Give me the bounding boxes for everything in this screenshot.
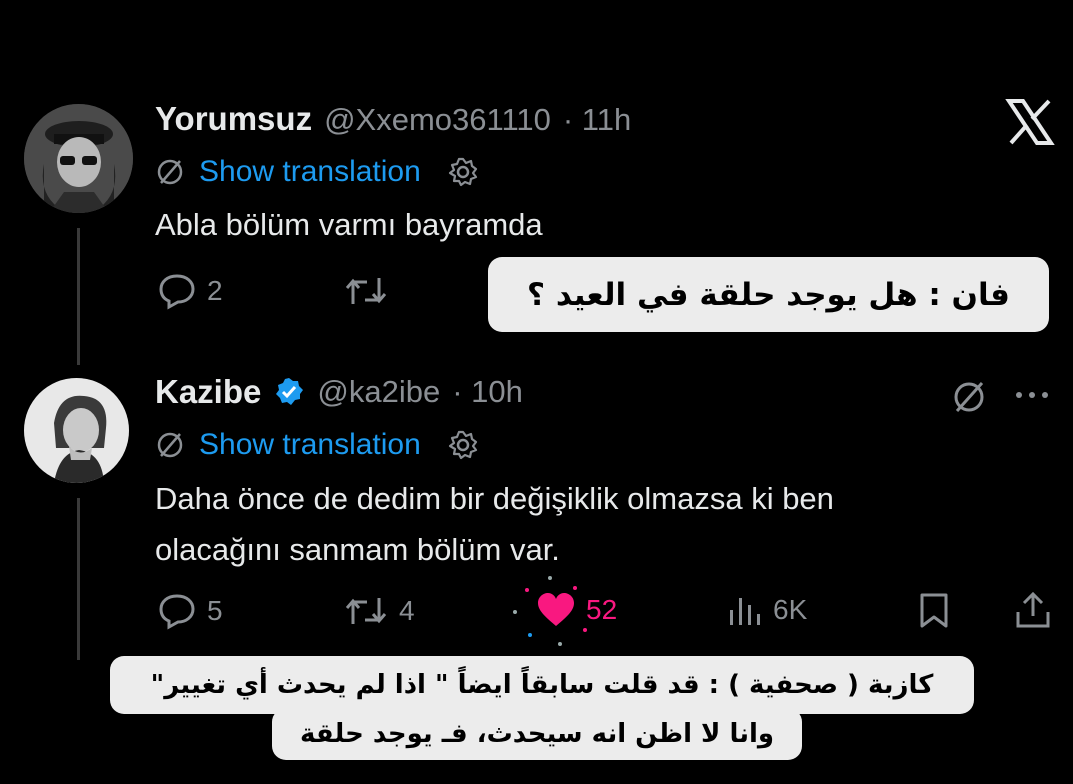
show-translation-label-2[interactable]: Show translation xyxy=(199,428,421,462)
reply-button-2[interactable]: 5 xyxy=(157,592,223,630)
author-handle[interactable]: @Xxemo361110 xyxy=(324,102,551,138)
avatar-kazibe[interactable] xyxy=(24,378,129,483)
x-logo-icon[interactable] xyxy=(1005,98,1055,146)
gear-icon[interactable] xyxy=(447,429,479,461)
gear-icon[interactable] xyxy=(447,156,479,188)
author-name-2[interactable]: Kazibe xyxy=(155,373,261,411)
thread-line-2 xyxy=(77,498,80,660)
arabic-caption-2-line2: وانا لا اظن انه سيحدث، فـ يوجد حلقة xyxy=(299,719,775,749)
views-count: 6K xyxy=(773,594,808,625)
views-icon xyxy=(730,598,760,625)
share-icon[interactable] xyxy=(1014,590,1052,635)
like-count: 52 xyxy=(586,594,618,625)
arabic-caption-2b: وانا لا اظن انه سيحدث، فـ يوجد حلقة xyxy=(272,708,802,760)
repost-icon xyxy=(345,598,387,624)
show-translation-link[interactable]: Show translation xyxy=(155,155,479,189)
tweet-text: Abla bölüm varmı bayramda xyxy=(155,207,543,242)
thread-line xyxy=(77,228,80,365)
repost-button-2[interactable]: 4 xyxy=(343,594,415,628)
like-button[interactable]: 52 xyxy=(536,592,617,628)
timestamp[interactable]: · 11h xyxy=(563,102,631,138)
arabic-caption-2-line1: كازبة ( صحفية ) : قد قلت سابقاً ايضاً " … xyxy=(150,670,934,700)
reply-icon xyxy=(159,274,195,310)
views-button[interactable]: 6K xyxy=(727,592,807,628)
reply-button[interactable]: 2 xyxy=(157,272,223,310)
timestamp-2[interactable]: · 10h xyxy=(452,374,523,410)
author-name[interactable]: Yorumsuz xyxy=(155,100,312,138)
repost-icon xyxy=(345,278,387,304)
avatar-yorumsuz[interactable] xyxy=(24,104,133,213)
show-translation-label[interactable]: Show translation xyxy=(199,155,421,189)
repost-count: 4 xyxy=(399,595,415,626)
author-handle-2[interactable]: @ka2ibe xyxy=(317,374,440,410)
repost-button[interactable] xyxy=(343,274,389,308)
tweet-text-2: Daha önce de dedim bir değişiklik olmazs… xyxy=(155,473,834,575)
no-translate-icon xyxy=(157,159,183,185)
bookmark-icon[interactable] xyxy=(918,592,950,635)
tweet-text-2-line2: olacağını sanmam bölüm var. xyxy=(155,532,560,567)
arabic-caption-1-text: فان : هل يوجد حلقة في العيد ؟ xyxy=(527,276,1010,313)
more-icon[interactable] xyxy=(1012,385,1052,410)
reply-icon xyxy=(159,594,195,630)
arabic-caption-1: فان : هل يوجد حلقة في العيد ؟ xyxy=(488,257,1049,332)
tweet-text-2-line1: Daha önce de dedim bir değişiklik olmazs… xyxy=(155,481,834,516)
reply-count-2: 5 xyxy=(207,595,223,626)
no-translate-icon[interactable] xyxy=(950,378,988,421)
no-translate-icon xyxy=(157,432,183,458)
reply-count: 2 xyxy=(207,275,223,306)
show-translation-link-2[interactable]: Show translation xyxy=(155,428,479,462)
verified-icon xyxy=(276,378,304,405)
heart-icon xyxy=(538,593,574,626)
arabic-caption-2: كازبة ( صحفية ) : قد قلت سابقاً ايضاً " … xyxy=(110,656,974,714)
